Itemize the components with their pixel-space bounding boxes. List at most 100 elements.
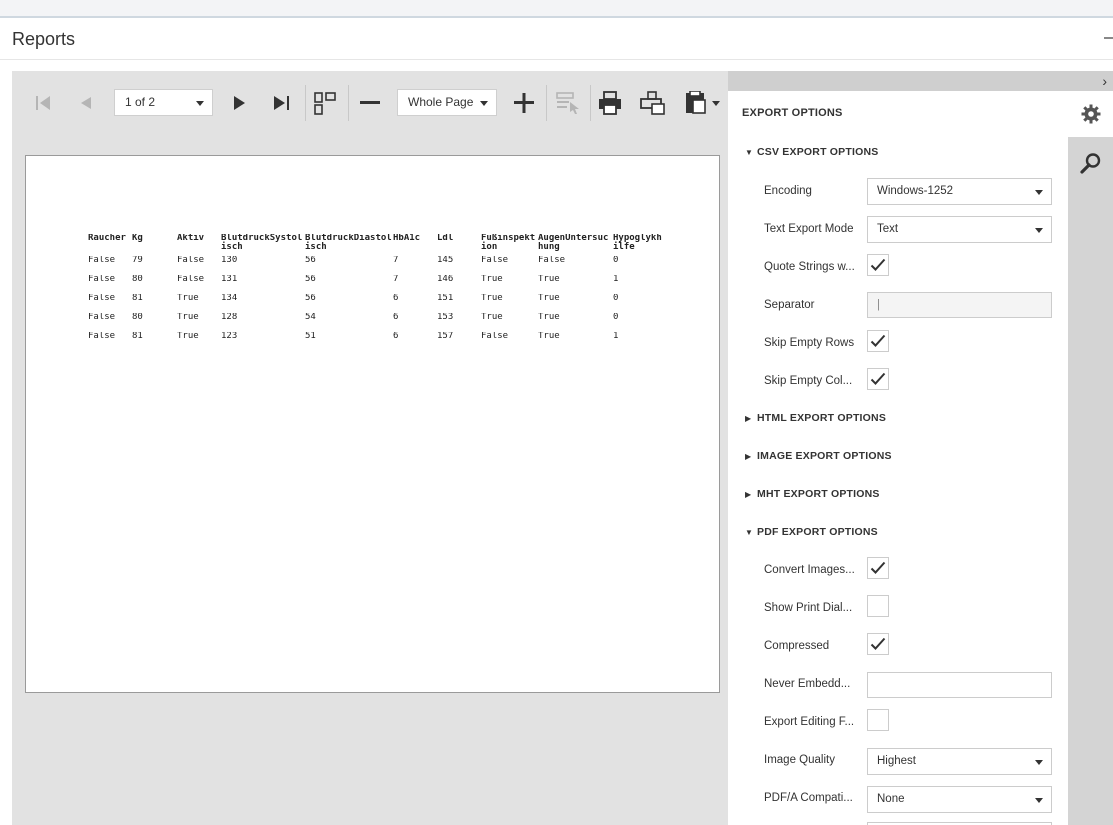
image-export-options-header[interactable]: ▶ IMAGE EXPORT OPTIONS xyxy=(745,450,892,462)
last-page-icon xyxy=(274,96,289,110)
report-column-header: HbA1c xyxy=(393,234,421,243)
skip-empty-columns-checkbox[interactable] xyxy=(867,368,889,390)
multipage-button[interactable] xyxy=(308,86,342,120)
previous-page-button[interactable] xyxy=(69,86,103,120)
report-column-header: Fußinspektion xyxy=(481,234,536,252)
report-cell: 134 xyxy=(221,294,238,303)
print-button[interactable] xyxy=(593,86,627,120)
report-cell: 6 xyxy=(393,313,399,322)
encoding-select[interactable]: Windows-1252 xyxy=(867,178,1052,205)
collapsed-triangle-icon: ▶ xyxy=(745,490,752,499)
report-cell: True xyxy=(538,313,560,322)
image-quality-select[interactable]: Highest xyxy=(867,748,1052,775)
export-options-title: EXPORT OPTIONS xyxy=(742,107,843,119)
highlight-editing-fields-button[interactable] xyxy=(551,86,585,120)
last-page-button[interactable] xyxy=(265,86,299,120)
mht-export-options-header[interactable]: ▶ MHT EXPORT OPTIONS xyxy=(745,488,880,500)
report-cell: 56 xyxy=(305,294,316,303)
page-selector[interactable]: 1 of 2 xyxy=(114,89,213,116)
checkmark-icon xyxy=(870,372,886,385)
report-cell: 128 xyxy=(221,313,238,322)
report-cell: False xyxy=(88,256,116,265)
toolbar-divider xyxy=(546,85,547,121)
separator-input[interactable]: | xyxy=(867,292,1052,318)
never-embedded-fonts-input[interactable] xyxy=(867,672,1052,698)
side-panel-toggle-bar[interactable]: › xyxy=(728,71,1113,91)
first-page-icon xyxy=(36,96,50,110)
report-cell: True xyxy=(177,294,199,303)
report-cell: 51 xyxy=(305,332,316,341)
export-icon xyxy=(686,91,720,114)
report-column-header: Hypoglykhilfe xyxy=(613,234,662,252)
skip-empty-rows-label: Skip Empty Rows xyxy=(764,337,855,349)
next-page-icon xyxy=(234,96,245,110)
multipage-icon xyxy=(314,92,336,115)
report-row: False 81 True 123 51 6 157 False True 1 xyxy=(88,332,663,351)
encoding-label: Encoding xyxy=(764,185,812,197)
chevron-down-icon xyxy=(1035,760,1043,765)
next-page-button[interactable] xyxy=(222,86,256,120)
report-cell: 153 xyxy=(437,313,454,322)
export-options-tab[interactable] xyxy=(1068,91,1113,137)
report-row: False 80 True 128 54 6 153 True True 0 xyxy=(88,313,663,332)
report-cell: 80 xyxy=(132,275,143,284)
skip-empty-rows-checkbox[interactable] xyxy=(867,330,889,352)
skip-empty-columns-label: Skip Empty Col... xyxy=(764,375,853,387)
report-cell: True xyxy=(481,275,503,284)
report-cell: 131 xyxy=(221,275,238,284)
report-cell: False xyxy=(177,275,205,284)
export-button[interactable] xyxy=(680,86,728,120)
chevron-down-icon xyxy=(1035,190,1043,195)
zoom-selector[interactable]: Whole Page xyxy=(397,89,497,116)
pdf-export-options-header[interactable]: ▼ PDF EXPORT OPTIONS xyxy=(745,526,878,538)
encoding-value: Windows-1252 xyxy=(877,185,954,197)
toolbar-divider xyxy=(305,85,306,121)
search-tab[interactable] xyxy=(1068,140,1113,186)
report-cell: 130 xyxy=(221,256,238,265)
collapse-panel-button[interactable] xyxy=(1104,37,1113,39)
zoom-in-button[interactable] xyxy=(507,86,541,120)
print-page-button[interactable] xyxy=(636,86,670,120)
export-options-panel: EXPORT OPTIONS ▼ CSV EXPORT OPTIONS Encod… xyxy=(728,91,1068,825)
zoom-out-button[interactable] xyxy=(353,86,387,120)
show-print-dialog-checkbox[interactable] xyxy=(867,595,889,617)
report-cell: 79 xyxy=(132,256,143,265)
checkmark-icon xyxy=(870,258,886,271)
report-cell: False xyxy=(538,256,566,265)
first-page-button[interactable] xyxy=(26,86,60,120)
export-editing-fields-checkbox[interactable] xyxy=(867,709,889,731)
report-cell: 157 xyxy=(437,332,454,341)
convert-images-checkbox[interactable] xyxy=(867,557,889,579)
compressed-checkbox[interactable] xyxy=(867,633,889,655)
report-column-header: Kg xyxy=(132,234,143,243)
report-row: False 81 True 134 56 6 151 True True 0 xyxy=(88,294,663,313)
report-cell: 7 xyxy=(393,256,399,265)
report-cell: 54 xyxy=(305,313,316,322)
pdf-export-options-label: PDF EXPORT OPTIONS xyxy=(757,526,878,538)
chevron-down-icon xyxy=(196,101,204,106)
convert-images-label: Convert Images... xyxy=(764,564,855,576)
quote-strings-checkbox[interactable] xyxy=(867,254,889,276)
report-table: Raucher Kg Aktiv BlutdruckSystolisch Blutdru… xyxy=(88,234,663,351)
image-quality-value: Highest xyxy=(877,755,916,767)
report-cell: True xyxy=(538,294,560,303)
html-export-options-header[interactable]: ▶ HTML EXPORT OPTIONS xyxy=(745,412,886,424)
checkmark-icon xyxy=(870,561,886,574)
csv-export-options-label: CSV EXPORT OPTIONS xyxy=(757,146,879,158)
csv-export-options-header[interactable]: ▼ CSV EXPORT OPTIONS xyxy=(745,146,878,158)
report-cell: 151 xyxy=(437,294,454,303)
print-icon xyxy=(599,91,621,115)
text-export-mode-select[interactable]: Text xyxy=(867,216,1052,243)
quote-strings-label: Quote Strings w... xyxy=(764,261,855,273)
pdfa-compatibility-select[interactable]: None xyxy=(867,786,1052,813)
report-cell: 0 xyxy=(613,256,619,265)
report-cell: 56 xyxy=(305,256,316,265)
text-export-mode-label: Text Export Mode xyxy=(764,223,854,235)
zoom-selector-value: Whole Page xyxy=(408,95,474,109)
report-cell: True xyxy=(177,332,199,341)
report-cell: 146 xyxy=(437,275,454,284)
chevron-right-icon: › xyxy=(1102,73,1107,89)
report-row: False 80 False 131 56 7 146 True True 1 xyxy=(88,275,663,294)
chevron-down-icon xyxy=(480,101,488,106)
checkmark-icon xyxy=(870,637,886,650)
